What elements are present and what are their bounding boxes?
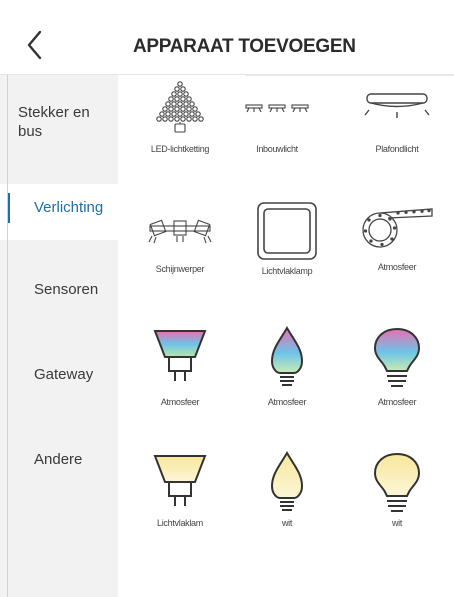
sidebar-left-border — [7, 75, 8, 597]
device-label: Schijnwerper — [155, 264, 205, 274]
sidebar-item-sensoren[interactable]: Sensoren — [0, 280, 118, 299]
category-sidebar: Stekker en bus Verlichting Sensoren Gate… — [0, 75, 118, 597]
spotlight-bar-icon — [148, 219, 212, 244]
device-label: Atmosfeer — [160, 397, 200, 407]
device-tile[interactable]: Atmosfeer — [352, 200, 442, 272]
device-label: Inbouwlicht — [256, 144, 298, 154]
header: APPARAAT TOEVOEGEN — [0, 0, 454, 74]
sidebar-item-label: Stekker en bus — [18, 104, 90, 140]
sidebar-item-label: Andere — [34, 451, 83, 468]
candle-color-bulb-icon — [270, 326, 304, 386]
sidebar-item-verlichting[interactable]: Verlichting — [0, 184, 118, 240]
sidebar-item-gateway[interactable]: Gateway — [0, 365, 118, 384]
gu10-white-bulb-icon — [153, 455, 207, 506]
device-label: Atmosfeer — [377, 397, 417, 407]
sidebar-item-label: Gateway — [34, 366, 94, 383]
header-divider-secondary — [245, 75, 454, 76]
a-shape-color-bulb-icon — [373, 327, 421, 387]
device-label: LED-lichtketting — [150, 144, 210, 154]
sidebar-item-label: Sensoren — [34, 281, 99, 298]
sidebar-item-stekker-en-bus[interactable]: Stekker en bus — [0, 103, 118, 141]
gu10-color-bulb-icon — [153, 330, 207, 381]
sidebar-item-andere[interactable]: Andere — [0, 450, 118, 469]
a-shape-white-bulb-icon — [373, 452, 421, 512]
device-label: wit — [391, 518, 403, 528]
candle-white-bulb-icon — [270, 451, 304, 511]
device-label: Atmosfeer — [377, 262, 417, 272]
device-label: wit — [281, 518, 293, 528]
device-tile[interactable]: Atmosfeer — [352, 325, 442, 407]
device-tile[interactable]: Lichtvlaklamp — [242, 200, 332, 276]
light-panel-icon — [257, 202, 317, 260]
device-tile[interactable]: wit — [352, 450, 442, 528]
device-label: Lichtvlaklamp — [261, 266, 313, 276]
device-tile[interactable]: Atmosfeer — [242, 325, 332, 407]
ceiling-light-icon — [364, 93, 430, 118]
device-tile[interactable]: LED-lichtketting — [135, 80, 225, 154]
sidebar-item-label: Verlichting — [34, 199, 104, 216]
device-label: Plafondlicht — [375, 144, 419, 154]
device-tile[interactable]: Atmosfeer — [135, 325, 225, 407]
device-tile[interactable]: Inbouwlicht — [232, 80, 322, 154]
device-tile[interactable]: Lichtvlaklam — [135, 450, 225, 528]
device-tile[interactable]: wit — [242, 450, 332, 528]
recessed-lights-icon — [245, 104, 309, 113]
device-label: Lichtvlaklam — [157, 518, 203, 528]
device-label: Atmosfeer — [267, 397, 307, 407]
device-tile[interactable]: Schijnwerper — [135, 200, 225, 274]
device-tile[interactable]: Plafondlicht — [352, 80, 442, 154]
chevron-left-icon[interactable] — [22, 28, 50, 62]
led-string-tree-icon — [156, 81, 204, 133]
page-title: APPARAAT TOEVOEGEN — [133, 36, 356, 57]
light-strip-reel-icon — [362, 208, 433, 248]
